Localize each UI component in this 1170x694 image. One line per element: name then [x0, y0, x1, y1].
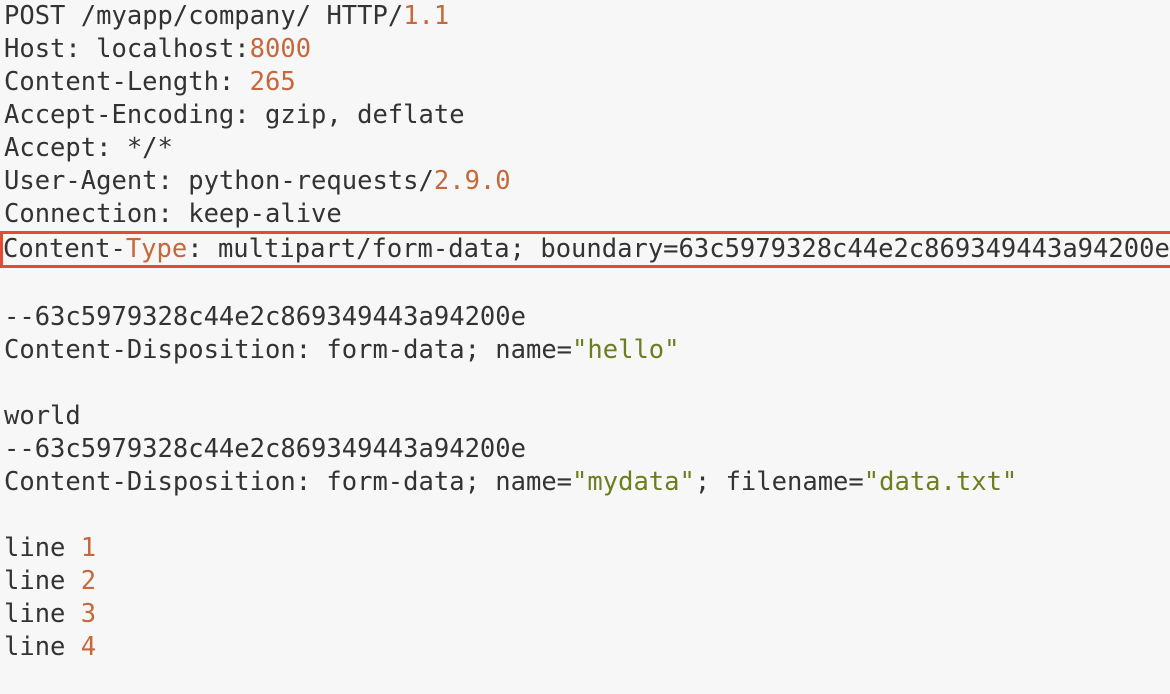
part1-name-string: "hello" — [572, 335, 679, 365]
part1-value: world — [4, 401, 81, 431]
file-line: line — [4, 533, 81, 563]
http-request-code: POST /myapp/company/ HTTP/1.1 Host: loca… — [0, 0, 1170, 694]
request-line-version: 1.1 — [403, 1, 449, 31]
file-line-num: 1 — [81, 533, 96, 563]
boundary-line: --63c5979328c44e2c869349443a94200e — [4, 434, 526, 464]
file-line-num: 4 — [81, 632, 96, 662]
file-line: line — [4, 566, 81, 596]
header-content-length-label: Content-Length: — [4, 67, 250, 97]
header-host-label: Host: — [4, 34, 96, 64]
file-line-num: 3 — [81, 599, 96, 629]
part1-content-disposition: Content-Disposition: form-data; name= — [4, 335, 572, 365]
file-line: line — [4, 599, 81, 629]
request-line-path: /myapp/company/ — [81, 1, 311, 31]
part2-filename-label: ; filename= — [695, 467, 864, 497]
header-connection: Connection: keep-alive — [4, 199, 342, 229]
header-content-type-value: : multipart/form-data; boundary=63c59793… — [187, 234, 1170, 264]
file-line: line — [4, 632, 81, 662]
highlight-content-type: Content-Type: multipart/form-data; bound… — [0, 231, 1170, 268]
request-line-http: HTTP/ — [326, 1, 403, 31]
header-accept-encoding: Accept-Encoding: gzip, deflate — [4, 100, 465, 130]
request-line-method: POST — [4, 1, 65, 31]
header-host-value: localhost: — [96, 34, 250, 64]
file-line-num: 2 — [81, 566, 96, 596]
header-content-type-prefix: Content- — [3, 234, 126, 264]
part2-content-disposition: Content-Disposition: form-data; name= — [4, 467, 572, 497]
header-user-agent-version: 2.9.0 — [434, 166, 511, 196]
part2-filename-string: "data.txt" — [864, 467, 1018, 497]
header-accept: Accept: */* — [4, 133, 173, 163]
part2-name-string: "mydata" — [572, 467, 695, 497]
header-content-length-value: 265 — [250, 67, 296, 97]
header-content-type-keyword: Type — [126, 234, 187, 264]
boundary-line: --63c5979328c44e2c869349443a94200e — [4, 302, 526, 332]
header-host-port: 8000 — [250, 34, 311, 64]
header-user-agent-prefix: User-Agent: python-requests/ — [4, 166, 434, 196]
